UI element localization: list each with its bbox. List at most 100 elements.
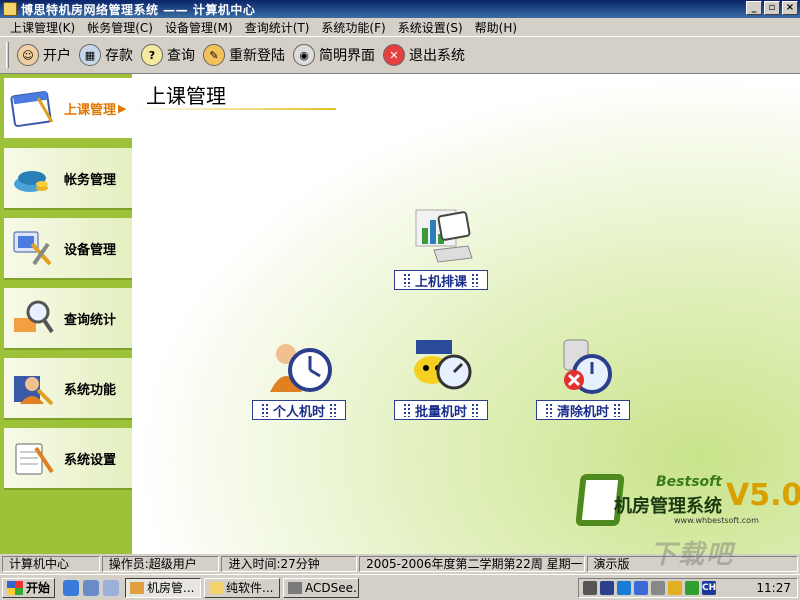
simple-view-icon: ◉	[293, 44, 315, 66]
sidebar-item-label: 设备管理	[64, 242, 117, 258]
status-session-time: 进入时间:27分钟	[221, 556, 358, 572]
folder-icon	[209, 581, 224, 594]
sidebar-item-system-settings[interactable]: 系统设置	[4, 428, 132, 490]
menu-device-management[interactable]: 设备管理(M)	[159, 19, 239, 36]
dots-icon	[545, 403, 553, 417]
antivirus-icon[interactable]	[634, 581, 648, 595]
title-underline	[132, 108, 336, 110]
desktop-icon[interactable]	[83, 579, 100, 596]
sidebar: 上课管理 ▶ 帐务管理 设备管理 查询统计 系统功能 系统设置	[0, 74, 132, 554]
clear-clock-icon	[547, 334, 619, 398]
network-icon[interactable]	[600, 581, 614, 595]
toolbar-grip[interactable]	[6, 42, 9, 68]
batch-clock-icon	[405, 334, 477, 398]
clear-time-feature[interactable]: 清除机时	[536, 334, 631, 420]
menu-system-functions[interactable]: 系统功能(F)	[315, 19, 391, 36]
close-button[interactable]: ×	[782, 1, 798, 15]
clear-time-button[interactable]: 清除机时	[536, 400, 631, 420]
tools-icon	[8, 225, 58, 271]
exit-label: 退出系统	[409, 48, 465, 64]
sidebar-item-label: 系统设置	[64, 452, 117, 468]
brand-logo: Bestsoft 机房管理系统 V5.0 www.whbestsoft.com	[575, 464, 800, 544]
status-operator: 操作员:超级用户	[101, 556, 220, 572]
dots-icon	[613, 403, 622, 417]
dots-icon	[329, 403, 338, 417]
input-language-icon[interactable]: CH	[702, 581, 716, 595]
dots-icon	[261, 403, 269, 417]
coins-icon	[8, 155, 58, 201]
menu-query-statistics[interactable]: 查询统计(T)	[239, 19, 316, 36]
personal-time-button[interactable]: 个人机时	[252, 400, 347, 420]
sidebar-item-device-management[interactable]: 设备管理	[4, 218, 132, 280]
sidebar-item-system-functions[interactable]: 系统功能	[4, 358, 132, 420]
start-button[interactable]: 开始	[2, 577, 56, 598]
brand-chinese: 机房管理系统	[614, 496, 722, 517]
query-button[interactable]: ? 查询	[141, 44, 195, 66]
explorer-icon[interactable]	[103, 579, 120, 596]
personal-time-feature[interactable]: 个人机时	[252, 334, 347, 420]
security-icon[interactable]	[617, 581, 631, 595]
messenger-icon[interactable]	[685, 581, 699, 595]
minimize-button[interactable]: _	[746, 1, 762, 15]
magnifier-icon	[8, 295, 58, 341]
maximize-button[interactable]: ▫	[764, 1, 780, 15]
menu-help[interactable]: 帮助(H)	[469, 19, 523, 36]
status-department: 计算机中心	[2, 556, 100, 572]
user-key-icon	[8, 365, 58, 411]
schedule-button[interactable]: 上机排课	[394, 270, 489, 290]
deposit-icon: ▦	[79, 44, 101, 66]
relogin-button[interactable]: ✎ 重新登陆	[203, 44, 285, 66]
relogin-label: 重新登陆	[229, 48, 285, 64]
open-account-label: 开户	[43, 48, 71, 64]
menu-system-settings[interactable]: 系统设置(S)	[392, 19, 469, 36]
sidebar-item-account-management[interactable]: 帐务管理	[4, 148, 132, 210]
exit-icon: ✕	[383, 44, 405, 66]
query-label: 查询	[167, 48, 195, 64]
deposit-button[interactable]: ▦ 存款	[79, 44, 133, 66]
volume-icon[interactable]	[583, 581, 597, 595]
simple-view-button[interactable]: ◉ 简明界面	[293, 44, 375, 66]
dots-icon	[403, 273, 411, 287]
deposit-label: 存款	[105, 48, 133, 64]
windows-logo-icon	[7, 580, 23, 595]
app-task-icon	[130, 581, 145, 594]
exit-button[interactable]: ✕ 退出系统	[383, 44, 465, 66]
query-icon: ?	[141, 44, 163, 66]
sidebar-item-query-statistics[interactable]: 查询统计	[4, 288, 132, 350]
open-account-icon: ☺	[17, 44, 39, 66]
active-arrow-icon: ▶	[118, 101, 127, 115]
dots-icon	[471, 273, 480, 287]
brand-url: www.whbestsoft.com	[674, 516, 759, 525]
system-tray: CH 11:27	[578, 578, 798, 598]
display-icon[interactable]	[651, 581, 665, 595]
schedule-feature[interactable]: 上机排课	[394, 204, 489, 290]
window-title: 博思特机房网络管理系统 —— 计算机中心	[21, 2, 256, 17]
quick-launch	[63, 579, 120, 596]
qq-icon[interactable]	[668, 581, 682, 595]
page-title: 上课管理	[146, 84, 226, 108]
sidebar-item-label: 系统功能	[64, 382, 117, 398]
app-icon	[3, 2, 17, 16]
toolbar: ☺ 开户 ▦ 存款 ? 查询 ✎ 重新登陆 ◉ 简明界面 ✕ 退出系统	[0, 36, 800, 74]
window-controls: _ ▫ ×	[746, 1, 798, 15]
clock: 11:27	[756, 581, 791, 595]
menu-bar: 上课管理(K) 帐务管理(C) 设备管理(M) 查询统计(T) 系统功能(F) …	[0, 18, 800, 36]
brand-version: V5.0	[726, 478, 800, 513]
sidebar-item-class-management[interactable]: 上课管理 ▶	[4, 78, 132, 140]
sidebar-item-label: 查询统计	[64, 312, 117, 328]
personal-time-label: 个人机时	[273, 404, 326, 420]
ie-icon[interactable]	[63, 579, 80, 596]
task-acdsee[interactable]: ACDSee...	[283, 577, 360, 598]
menu-account-management[interactable]: 帐务管理(C)	[81, 19, 159, 36]
task-folder[interactable]: 纯软件...	[204, 577, 281, 598]
open-account-button[interactable]: ☺ 开户	[17, 44, 71, 66]
batch-time-feature[interactable]: 批量机时	[394, 334, 489, 420]
dots-icon	[403, 403, 411, 417]
batch-time-label: 批量机时	[415, 404, 468, 420]
menu-class-management[interactable]: 上课管理(K)	[4, 19, 81, 36]
calendar-icon	[8, 85, 58, 131]
computer-schedule-icon	[405, 204, 477, 268]
main-panel: 上课管理 上机排课 个人机时 批量机时 清除机时 Bestsoft 机房管理系统…	[132, 74, 800, 554]
batch-time-button[interactable]: 批量机时	[394, 400, 489, 420]
task-app[interactable]: 机房管...	[125, 577, 202, 598]
